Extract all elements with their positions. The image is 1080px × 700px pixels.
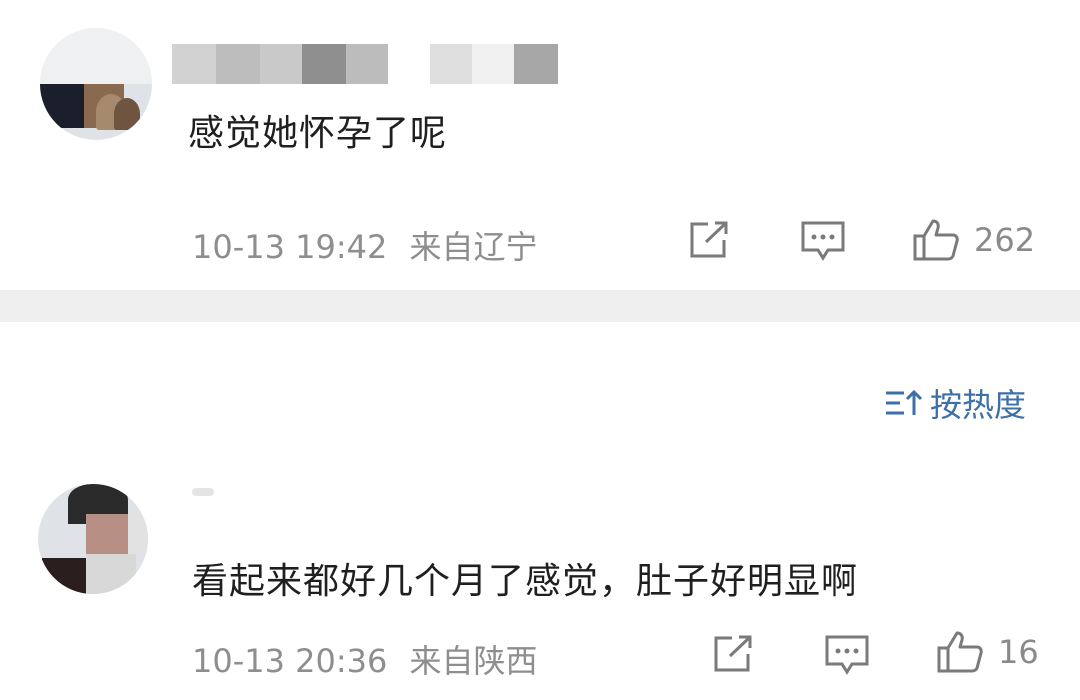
comment-text: 感觉她怀孕了呢 bbox=[188, 113, 448, 154]
comment-time: 10-13 20:36 bbox=[192, 642, 388, 680]
sort-button[interactable]: 按热度 bbox=[884, 380, 1026, 426]
comment-meta: 10-13 19:42 来自辽宁 bbox=[192, 222, 538, 268]
comment-location: 来自陕西 bbox=[409, 642, 538, 680]
username-blurred[interactable] bbox=[172, 44, 562, 84]
share-button[interactable] bbox=[712, 634, 756, 674]
reply-button[interactable] bbox=[824, 634, 870, 676]
like-icon bbox=[913, 219, 959, 261]
reply-icon bbox=[825, 635, 869, 675]
share-icon bbox=[714, 635, 752, 672]
section-divider bbox=[0, 290, 1080, 322]
reply-icon bbox=[801, 221, 845, 261]
avatar[interactable] bbox=[40, 28, 152, 140]
like-count: 262 bbox=[974, 221, 1036, 259]
like-button[interactable]: 16 bbox=[936, 630, 1039, 674]
comment-location: 来自辽宁 bbox=[409, 228, 538, 266]
avatar[interactable] bbox=[38, 484, 148, 594]
reply-button[interactable] bbox=[800, 220, 846, 262]
like-count: 16 bbox=[998, 633, 1039, 671]
share-button[interactable] bbox=[688, 220, 732, 260]
share-icon bbox=[690, 221, 728, 258]
comment-meta: 10-13 20:36 来自陕西 bbox=[192, 636, 538, 682]
username-blurred[interactable] bbox=[192, 488, 232, 500]
like-button[interactable]: 262 bbox=[912, 218, 1035, 262]
comment-text: 看起来都好几个月了感觉，肚子好明显啊 bbox=[192, 561, 859, 602]
comment-time: 10-13 19:42 bbox=[192, 228, 388, 266]
sort-label: 按热度 bbox=[930, 386, 1027, 424]
sort-icon bbox=[886, 389, 923, 415]
like-icon bbox=[937, 631, 983, 673]
